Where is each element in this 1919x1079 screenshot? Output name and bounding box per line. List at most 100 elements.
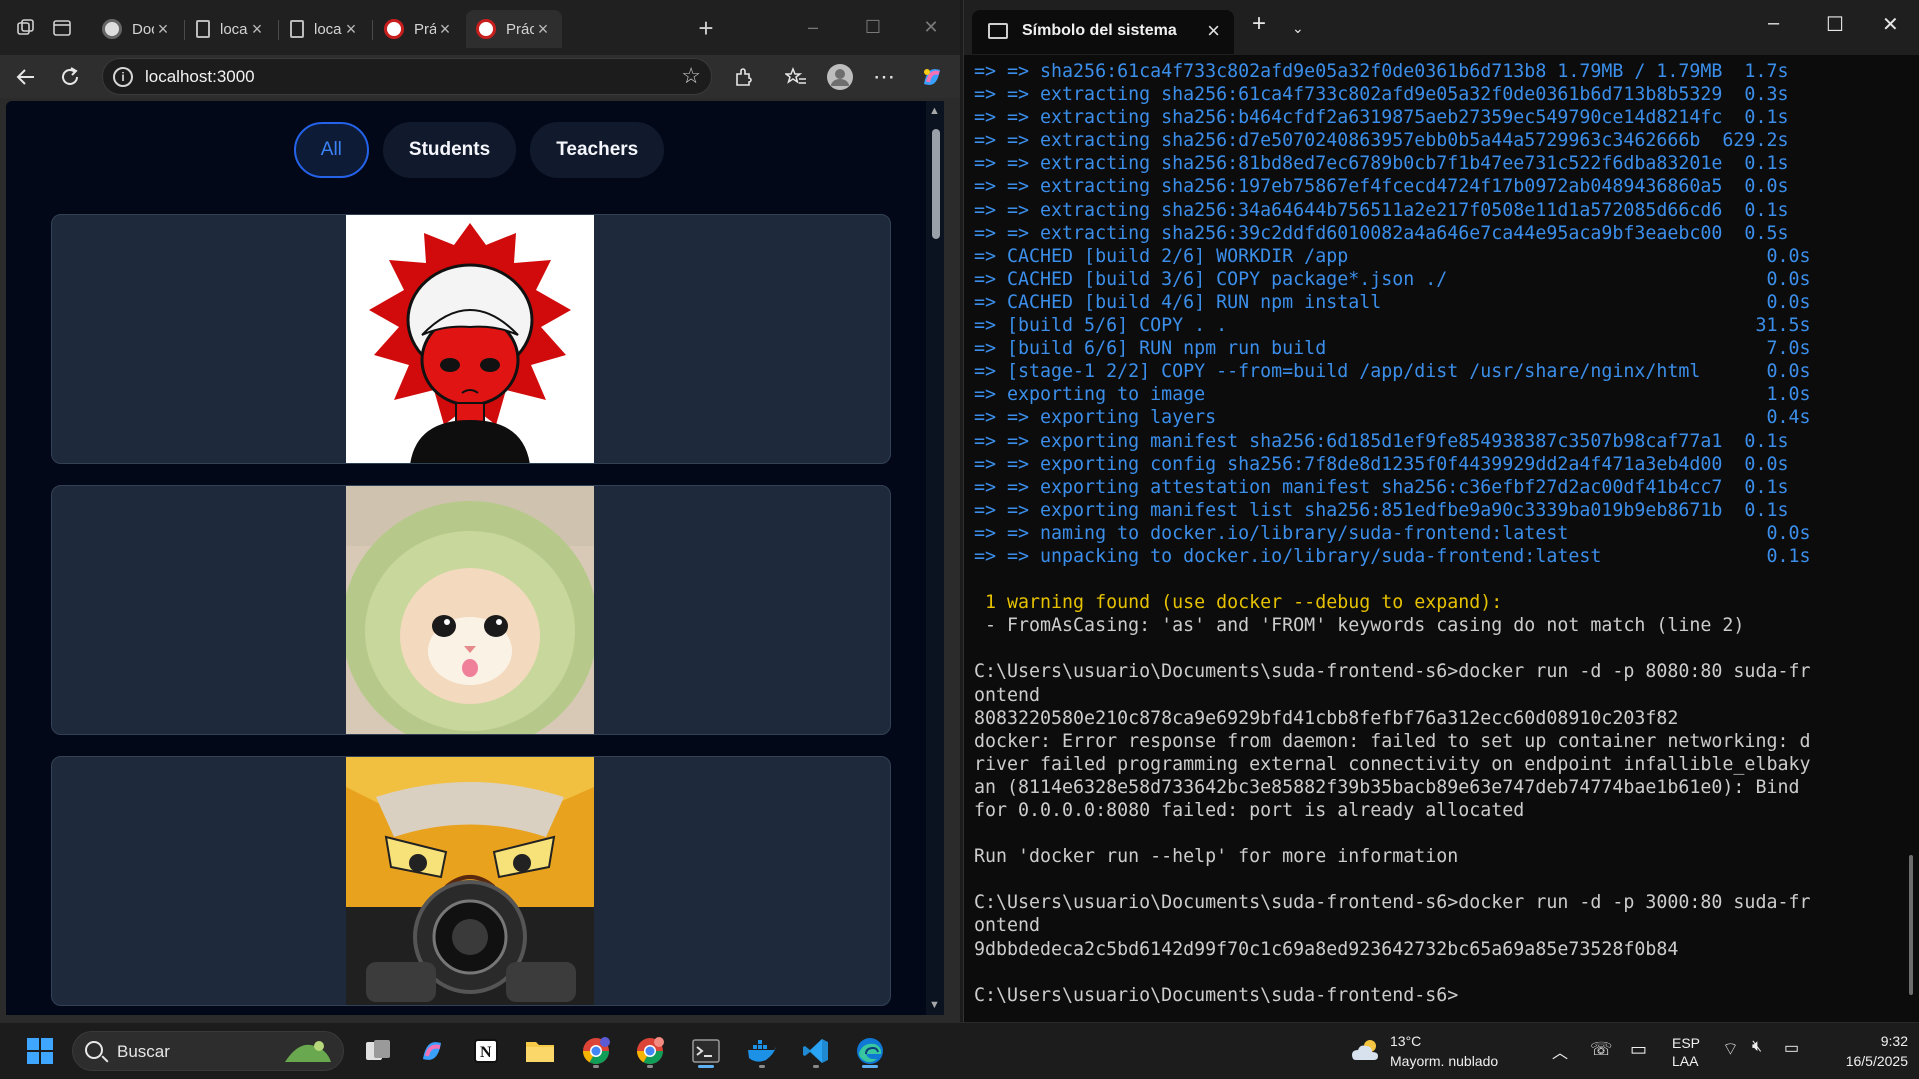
language-region[interactable]: LAA xyxy=(1672,1053,1698,1069)
file-explorer-icon[interactable] xyxy=(520,1031,560,1071)
copilot-taskbar-icon[interactable] xyxy=(412,1031,452,1071)
close-window-button[interactable]: ✕ xyxy=(1882,12,1899,37)
terminal-line: => => exporting manifest list sha256:851… xyxy=(974,499,1789,521)
chrome-profile-icon[interactable] xyxy=(576,1031,616,1071)
terminal-line: ontend xyxy=(974,915,1041,937)
tab-docker[interactable]: Docker × xyxy=(92,10,182,48)
copilot-icon[interactable] xyxy=(916,61,948,93)
maximize-button[interactable]: ☐ xyxy=(850,12,896,42)
address-bar[interactable]: i localhost:3000 ☆ xyxy=(102,58,712,95)
tab-practica-2[interactable]: Práctica × xyxy=(466,10,562,48)
search-icon xyxy=(85,1041,103,1059)
minimize-button[interactable]: – xyxy=(790,12,836,42)
refresh-icon[interactable] xyxy=(54,61,86,93)
terminal-line: => [build 6/6] RUN npm run build 7.0s xyxy=(974,338,1811,360)
display-icon[interactable]: ▭ xyxy=(1630,1039,1647,1060)
profile-card[interactable] xyxy=(51,214,891,464)
chrome-icon[interactable] xyxy=(630,1031,670,1071)
terminal-line: => [stage-1 2/2] COPY --from=build /app/… xyxy=(974,361,1811,383)
task-view-icon[interactable] xyxy=(358,1031,398,1071)
workspaces-icon[interactable] xyxy=(10,12,42,44)
weather-description: Mayorm. nublado xyxy=(1390,1053,1499,1069)
scrollbar-thumb[interactable] xyxy=(932,129,940,239)
terminal-line: river failed programming external connec… xyxy=(974,753,1811,775)
wifi-icon[interactable]: ⌔ xyxy=(1722,1038,1739,1061)
docker-favicon xyxy=(102,19,122,39)
close-window-button[interactable]: ✕ xyxy=(908,12,954,42)
profile-card[interactable] xyxy=(51,485,891,735)
terminal-line: => [build 5/6] COPY . . 31.5s xyxy=(974,315,1811,337)
terminal-tab[interactable]: Símbolo del sistema × xyxy=(972,10,1234,54)
back-icon[interactable] xyxy=(10,61,42,93)
notion-icon[interactable]: N xyxy=(466,1031,506,1071)
weather-temperature: 13°C xyxy=(1390,1033,1422,1049)
battery-icon[interactable]: ▭ xyxy=(1784,1038,1799,1058)
more-options-icon[interactable]: ⋯ xyxy=(868,61,900,93)
chevron-down-icon[interactable]: ⌄ xyxy=(1292,20,1304,37)
volume-muted-icon[interactable]: 🔇︎ xyxy=(1752,1038,1762,1056)
profile-avatar[interactable] xyxy=(824,61,856,93)
scroll-down-icon[interactable]: ▼ xyxy=(929,999,940,1011)
minimize-button[interactable]: – xyxy=(1768,12,1779,35)
close-tab-icon[interactable]: × xyxy=(248,19,266,40)
browser-window: Docker × localhost × localhost × Práctic… xyxy=(0,0,960,1022)
tab-localhost-1[interactable]: localhost × xyxy=(186,10,276,48)
terminal-taskbar-icon[interactable] xyxy=(686,1031,726,1071)
terminal-line: C:\Users\usuario\Documents\suda-frontend… xyxy=(974,984,1459,1006)
favorite-star-icon[interactable]: ☆ xyxy=(681,63,701,89)
terminal-line: C:\Users\usuario\Documents\suda-frontend… xyxy=(974,661,1811,683)
scroll-up-icon[interactable]: ▲ xyxy=(929,105,940,117)
terminal-line: Run 'docker run --help' for more informa… xyxy=(974,846,1459,868)
favorites-icon[interactable] xyxy=(780,61,812,93)
browser-toolbar: i localhost:3000 ☆ ⋯ xyxy=(0,55,960,98)
edge-icon[interactable] xyxy=(850,1031,890,1071)
chevron-up-icon[interactable]: ︿ xyxy=(1552,1039,1568,1063)
maximize-button[interactable]: ☐ xyxy=(1826,12,1844,37)
tab-title: Docker xyxy=(132,20,154,38)
terminal-line: => exporting to image 1.0s xyxy=(974,384,1811,406)
page-scrollbar[interactable]: ▲ ▼ xyxy=(926,101,944,1015)
close-tab-icon[interactable]: × xyxy=(436,19,454,40)
profile-card[interactable] xyxy=(51,756,891,1006)
filter-all-button[interactable]: All xyxy=(293,122,369,178)
close-tab-icon[interactable]: × xyxy=(342,19,360,40)
tab-practica-1[interactable]: Práctica × xyxy=(374,10,464,48)
extensions-icon[interactable] xyxy=(728,61,760,93)
new-terminal-tab-button[interactable]: + xyxy=(1252,10,1266,38)
tab-actions-icon[interactable] xyxy=(46,12,78,44)
terminal-scrollbar[interactable] xyxy=(1909,855,1913,995)
notification-icon[interactable]: ☏ xyxy=(1590,1039,1613,1060)
clock-date[interactable]: 16/5/2025 xyxy=(1828,1053,1908,1069)
weather-cloud-icon[interactable] xyxy=(1346,1031,1386,1071)
cat-in-avocado-hat xyxy=(346,486,594,734)
close-tab-icon[interactable]: × xyxy=(534,19,552,40)
vscode-icon[interactable] xyxy=(796,1031,836,1071)
tab-localhost-2[interactable]: localhost × xyxy=(280,10,370,48)
close-tab-icon[interactable]: × xyxy=(1207,18,1220,44)
terminal-output[interactable]: => => sha256:61ca4f733c802afd9e05a32f0de… xyxy=(974,60,1914,1007)
new-tab-button[interactable]: + xyxy=(690,12,722,44)
language-code[interactable]: ESP xyxy=(1672,1035,1700,1051)
terminal-line: => => exporting layers 0.4s xyxy=(974,407,1811,429)
tab-title: Práctica xyxy=(414,20,436,38)
terminal-line: => => extracting sha256:d7e5070240863957… xyxy=(974,130,1789,152)
search-highlight-icon xyxy=(285,1041,331,1062)
filter-teachers-button[interactable]: Teachers xyxy=(530,122,665,178)
close-tab-icon[interactable]: × xyxy=(154,19,172,40)
tab-title: localhost xyxy=(314,20,342,38)
terminal-line: => => exporting manifest sha256:6d185d1e… xyxy=(974,430,1789,452)
app-favicon xyxy=(384,19,404,39)
terminal-line: => => naming to docker.io/library/suda-f… xyxy=(974,522,1811,544)
page-icon xyxy=(290,20,304,38)
windows-start-icon[interactable] xyxy=(20,1031,60,1071)
site-info-icon[interactable]: i xyxy=(113,67,133,87)
clock-time[interactable]: 9:32 xyxy=(1860,1033,1908,1049)
taskbar-search[interactable]: Buscar xyxy=(72,1031,344,1071)
docker-desktop-icon[interactable] xyxy=(742,1031,782,1071)
filter-students-button[interactable]: Students xyxy=(382,122,517,178)
address-text[interactable]: localhost:3000 xyxy=(145,67,255,87)
